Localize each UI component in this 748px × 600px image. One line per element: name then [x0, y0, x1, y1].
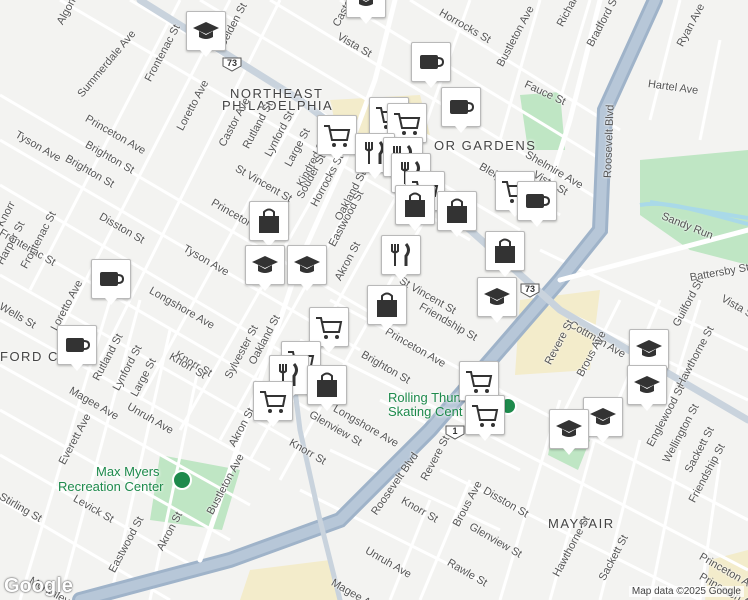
school-icon: [634, 376, 660, 393]
shopping-marker[interactable]: [367, 285, 407, 331]
shopping-marker[interactable]: [395, 185, 435, 231]
restaurant-marker[interactable]: [381, 235, 421, 281]
cart-icon: [316, 317, 343, 339]
cafe-marker[interactable]: [441, 87, 481, 133]
cafe-marker[interactable]: [517, 181, 557, 227]
map-attribution[interactable]: Map data ©2025 Google: [628, 586, 744, 597]
cart-icon: [394, 113, 421, 135]
shopping-bag-icon: [447, 198, 467, 223]
poi-label[interactable]: Recreation Center: [58, 479, 164, 494]
route-number: 73: [226, 58, 237, 68]
school-icon: [193, 22, 219, 39]
shopping-marker[interactable]: [307, 365, 347, 411]
school-marker[interactable]: [629, 329, 669, 375]
cart-icon: [472, 405, 499, 427]
cafe-marker[interactable]: [411, 42, 451, 88]
cart-icon: [466, 371, 493, 393]
school-marker[interactable]: [477, 277, 517, 323]
school-icon: [556, 420, 582, 437]
school-icon: [636, 340, 662, 357]
route-number: 1: [452, 426, 458, 436]
grocery-marker[interactable]: [317, 115, 357, 161]
map-canvas[interactable]: NORTHEAST PHILADELPHIA OR GARDENS MAYFAI…: [0, 0, 748, 600]
school-marker[interactable]: [346, 0, 386, 24]
poi-label[interactable]: Skating Cent: [388, 404, 462, 419]
street-label: Roosevelt Blvd: [602, 104, 617, 179]
shopping-bag-icon: [317, 372, 337, 397]
school-marker[interactable]: [186, 11, 226, 57]
school-marker[interactable]: [245, 245, 285, 291]
google-logo: Google: [4, 575, 73, 597]
grocery-marker[interactable]: [465, 395, 505, 441]
park-pin-icon[interactable]: [172, 470, 192, 490]
shopping-bag-icon: [405, 192, 425, 217]
cart-icon: [260, 391, 287, 413]
school-marker[interactable]: [287, 245, 327, 291]
cafe-marker[interactable]: [91, 259, 131, 305]
fork-knife-icon: [391, 243, 410, 266]
school-icon: [484, 288, 510, 305]
shopping-bag-icon: [495, 238, 515, 263]
route-shield-icon: 73: [520, 282, 540, 298]
shopping-marker[interactable]: [485, 231, 525, 277]
cafe-icon: [420, 55, 445, 69]
cafe-icon: [66, 338, 91, 352]
shopping-bag-icon: [377, 292, 397, 317]
cafe-marker[interactable]: [57, 325, 97, 371]
school-icon: [252, 256, 278, 273]
cafe-icon: [526, 194, 551, 208]
school-icon: [294, 256, 320, 273]
cart-icon: [324, 125, 351, 147]
poi-label[interactable]: Max Myers: [96, 464, 160, 479]
shopping-marker[interactable]: [249, 201, 289, 247]
school-icon: [590, 408, 616, 425]
cafe-icon: [450, 100, 475, 114]
shopping-marker[interactable]: [437, 191, 477, 237]
area-label: OR GARDENS: [434, 138, 537, 153]
school-marker[interactable]: [627, 365, 667, 411]
route-number: 73: [524, 284, 535, 294]
school-icon: [359, 0, 373, 6]
shopping-bag-icon: [259, 208, 279, 233]
cafe-icon: [100, 272, 125, 286]
grocery-marker[interactable]: [253, 381, 293, 427]
route-shield-icon: 73: [222, 56, 242, 72]
poi-label[interactable]: Rolling Thun: [388, 390, 461, 405]
school-marker[interactable]: [583, 397, 623, 443]
school-marker[interactable]: [549, 409, 589, 455]
